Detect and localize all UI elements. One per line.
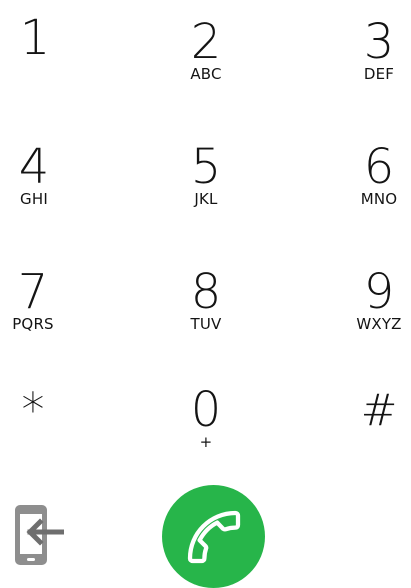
transfer-call-button[interactable] [10, 500, 66, 570]
key-digit: 9 [363, 264, 395, 320]
key-letters: + [199, 433, 213, 451]
key-digit: # [360, 385, 398, 436]
key-letters: GHI [20, 190, 48, 208]
key-3[interactable]: 3 DEF [324, 0, 411, 105]
key-letters: MNO [360, 190, 398, 208]
key-0[interactable]: 0 + [151, 363, 261, 473]
key-star[interactable]: * [0, 347, 88, 457]
key-4[interactable]: 4 GHI [0, 120, 89, 230]
key-letters: ABC [190, 65, 222, 83]
key-6[interactable]: 6 MNO [324, 120, 411, 230]
key-digit: * [21, 383, 45, 437]
key-digit: 3 [363, 14, 395, 70]
key-digit: 4 [18, 139, 50, 195]
key-9[interactable]: 9 WXYZ [324, 245, 411, 355]
key-digit: 8 [190, 264, 222, 320]
key-7[interactable]: 7 PQRS [0, 245, 88, 355]
key-1[interactable]: 1 [0, 0, 90, 93]
key-5[interactable]: 5 JKL [151, 120, 261, 230]
key-letters: TUV [190, 315, 222, 333]
phone-handset-icon [187, 510, 240, 563]
key-8[interactable]: 8 TUV [151, 245, 261, 355]
key-letters: PQRS [12, 315, 54, 333]
key-digit: 0 [190, 382, 222, 438]
key-digit: 7 [17, 264, 49, 320]
key-digit: 2 [190, 14, 222, 70]
key-letters: WXYZ [356, 315, 402, 333]
key-2[interactable]: 2 ABC [151, 0, 261, 105]
key-digit: 6 [363, 139, 395, 195]
call-button[interactable] [162, 485, 265, 588]
phone-transfer-icon [15, 505, 64, 565]
key-letters: JKL [194, 190, 218, 208]
key-digit: 1 [19, 10, 51, 66]
key-digit: 5 [190, 139, 222, 195]
key-hash[interactable]: # [324, 350, 411, 460]
key-letters: DEF [363, 65, 395, 83]
